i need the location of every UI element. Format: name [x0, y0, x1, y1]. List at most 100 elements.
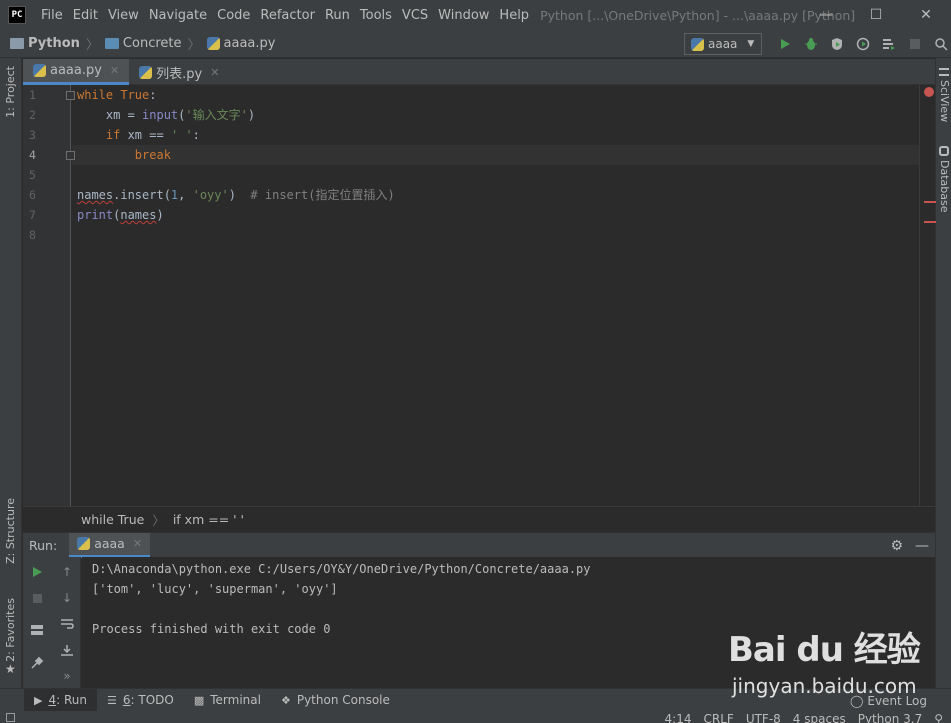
- list-icon: ☰: [106, 693, 117, 707]
- error-marker[interactable]: [924, 221, 936, 223]
- indent-setting[interactable]: 4 spaces: [793, 711, 846, 723]
- search-everywhere-icon[interactable]: [928, 34, 951, 54]
- line-separator[interactable]: CRLF: [704, 711, 734, 723]
- line-number: 7: [29, 208, 36, 222]
- pin-icon[interactable]: [27, 653, 47, 673]
- python-console-tool-button[interactable]: ❖ Python Console: [271, 689, 400, 712]
- run-panel-actions: ⚙ —: [878, 533, 929, 558]
- breadcrumb-while[interactable]: while True: [81, 512, 144, 527]
- run-icon[interactable]: [772, 34, 798, 54]
- breadcrumb-file[interactable]: aaaa.py: [224, 36, 276, 51]
- down-arrow-icon[interactable]: ↓: [57, 588, 77, 608]
- menu-file[interactable]: File: [36, 8, 68, 23]
- breadcrumb-project[interactable]: Python: [28, 36, 80, 51]
- editor-breadcrumb: while True 〉 if xm == ' ': [23, 506, 935, 531]
- coverage-icon[interactable]: [824, 34, 850, 54]
- todo-tool-button[interactable]: ☰ 6: TODO: [97, 689, 184, 712]
- chevron-right-icon: 〉: [152, 512, 165, 528]
- breadcrumb-folder[interactable]: Concrete: [123, 36, 182, 51]
- menu-help[interactable]: Help: [494, 8, 534, 23]
- fold-marker-icon[interactable]: [66, 91, 75, 100]
- close-tab-icon[interactable]: ✕: [133, 537, 142, 550]
- menu-refactor[interactable]: Refactor: [255, 8, 320, 23]
- project-tool-label: 1: Project: [4, 66, 17, 118]
- string-literal: '输入文字': [185, 108, 248, 122]
- code-line-6: names.insert(1, 'oyy') # insert(指定位置插入): [77, 185, 395, 205]
- run-tool-button[interactable]: ▶ 4: Run: [24, 688, 97, 712]
- more-actions-icon[interactable]: »: [57, 666, 77, 686]
- terminal-tool-button[interactable]: ▩ Terminal: [184, 689, 271, 712]
- debug-icon[interactable]: [798, 34, 824, 54]
- menu-view[interactable]: View: [103, 8, 144, 23]
- close-tab-icon[interactable]: ✕: [110, 64, 119, 77]
- minimize-icon[interactable]: —: [801, 0, 851, 30]
- python-interpreter[interactable]: Python 3.7: [858, 711, 923, 723]
- menu-edit[interactable]: Edit: [68, 8, 103, 23]
- punctuation: :: [149, 88, 157, 102]
- code-line-7: print(names): [77, 205, 164, 225]
- chevron-right-icon: 〉: [85, 38, 99, 53]
- up-arrow-icon[interactable]: ↑: [57, 562, 77, 582]
- star-icon: ★: [5, 662, 16, 676]
- fold-marker-icon[interactable]: [66, 151, 75, 160]
- file-encoding[interactable]: UTF-8: [746, 711, 781, 723]
- soft-wrap-icon[interactable]: [57, 614, 77, 634]
- run-tab-aaaa[interactable]: aaaa ✕: [69, 532, 151, 558]
- structure-tool-button[interactable]: Z: Structure: [4, 498, 17, 564]
- project-tool-button[interactable]: 1: Project: [4, 66, 17, 118]
- todo-tool-label: : TODO: [130, 693, 174, 707]
- profile-icon[interactable]: [850, 34, 876, 54]
- run-panel-label: Run:: [29, 537, 58, 553]
- tool-window-bar: ▶ 4: Run ☰ 6: TODO ▩ Terminal ❖ Python C…: [0, 688, 951, 712]
- caret-position[interactable]: 4:14: [665, 711, 692, 723]
- punctuation: ): [156, 208, 164, 222]
- error-marker[interactable]: [924, 201, 936, 203]
- event-log-button[interactable]: ◯ Event Log: [850, 689, 927, 712]
- tab-list-py[interactable]: 列表.py ✕: [129, 59, 229, 85]
- run-console-output[interactable]: D:\Anaconda\python.exe C:/Users/OY&Y/One…: [82, 557, 935, 688]
- console-line: D:\Anaconda\python.exe C:/Users/OY&Y/One…: [92, 562, 591, 576]
- breadcrumb-if[interactable]: if xm == ' ': [173, 512, 244, 527]
- editor-tabs: aaaa.py ✕ 列表.py ✕: [23, 59, 935, 85]
- stop-icon[interactable]: [27, 588, 47, 608]
- title-bar: PC File Edit View Navigate Code Refactor…: [0, 0, 951, 30]
- code-text: .insert(: [113, 188, 171, 202]
- lock-icon[interactable]: ⚲: [934, 711, 943, 723]
- hide-panel-icon[interactable]: —: [915, 538, 929, 554]
- code-line-1: while True:: [77, 85, 157, 105]
- menu-code[interactable]: Code: [212, 8, 255, 23]
- status-items: 4:14 CRLF UTF-8 4 spaces Python 3.7 ⚲: [653, 711, 943, 723]
- string-literal: ' ': [170, 128, 193, 142]
- menu-run[interactable]: Run: [320, 8, 355, 23]
- code-editor[interactable]: 1 2 3 4 5 6 7 8 while True: xm = input('…: [23, 85, 919, 506]
- gear-icon[interactable]: ⚙: [890, 538, 903, 554]
- close-tab-icon[interactable]: ✕: [210, 66, 219, 79]
- layout-icon[interactable]: [27, 620, 47, 640]
- menu-navigate[interactable]: Navigate: [144, 8, 212, 23]
- favorites-tool-button[interactable]: 2: Favorites: [4, 598, 17, 662]
- menu-window[interactable]: Window: [433, 8, 494, 23]
- maximize-icon[interactable]: ☐: [851, 0, 901, 30]
- database-tool-button[interactable]: Database: [938, 160, 951, 213]
- menu-tools[interactable]: Tools: [355, 8, 397, 23]
- concurrency-icon[interactable]: [876, 34, 902, 54]
- tool-windows-toggle-icon[interactable]: [6, 713, 15, 722]
- sciview-tool-button[interactable]: SciView: [938, 80, 951, 122]
- error-stripe: [919, 85, 936, 506]
- close-window-icon[interactable]: ✕: [901, 0, 951, 30]
- error-indicator-icon[interactable]: [924, 87, 934, 97]
- run-tab-label: aaaa: [94, 536, 125, 551]
- database-tool-label: Database: [938, 160, 951, 213]
- stop-icon[interactable]: [902, 34, 928, 54]
- menu-vcs[interactable]: VCS: [397, 8, 433, 23]
- terminal-icon: ▩: [193, 693, 205, 707]
- run-configuration-select[interactable]: aaaa ▼: [684, 33, 762, 55]
- menu-bar: File Edit View Navigate Code Refactor Ru…: [36, 8, 534, 23]
- scroll-to-end-icon[interactable]: [57, 640, 77, 660]
- tab-aaaa-py[interactable]: aaaa.py ✕: [23, 59, 130, 85]
- run-tool-number: 4: [48, 693, 57, 707]
- python-icon: [691, 37, 704, 51]
- punctuation: ): [247, 108, 256, 122]
- tab-label: aaaa.py: [50, 63, 102, 78]
- rerun-icon[interactable]: [27, 562, 47, 582]
